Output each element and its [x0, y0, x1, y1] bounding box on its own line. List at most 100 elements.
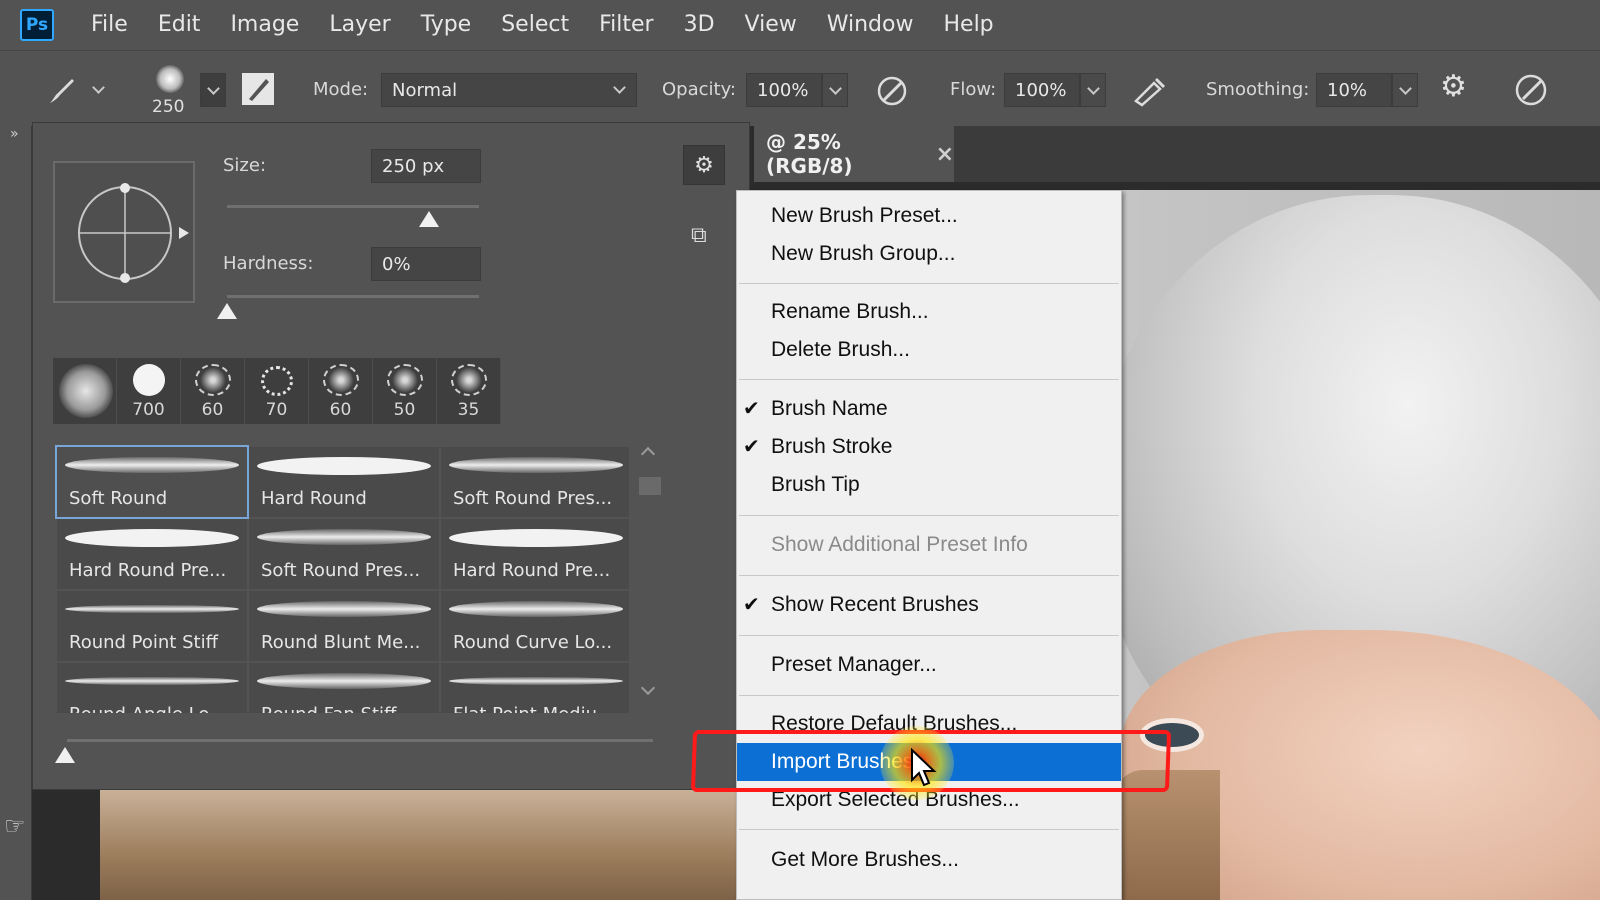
recent-brush-size: 70: [265, 400, 288, 420]
size-label: Size:: [223, 155, 267, 176]
scroll-down-icon[interactable]: [640, 680, 656, 696]
document-tab[interactable]: @ 25% (RGB/8) ×: [754, 126, 954, 182]
mouse-cursor-icon: [911, 748, 937, 787]
hardness-input[interactable]: 0%: [371, 247, 481, 281]
menu-window[interactable]: Window: [812, 0, 929, 50]
brush-stroke-preview: [65, 529, 239, 547]
brush-preset-item[interactable]: Round Angle Lo...: [57, 663, 247, 713]
menu-item-delete-brush[interactable]: Delete Brush...: [737, 331, 1121, 369]
menu-item-brush-stroke[interactable]: ✔ Brush Stroke: [737, 428, 1121, 466]
flow-dropdown[interactable]: [1080, 73, 1106, 107]
preview-size-slider-track[interactable]: [67, 739, 653, 742]
brush-settings-gear-button[interactable]: ⚙: [683, 145, 725, 185]
brush-preset-item[interactable]: Round Curve Lo...: [441, 591, 629, 661]
brush-picker-dropdown[interactable]: [200, 73, 226, 107]
brush-preset-item[interactable]: Hard Round Pre...: [441, 519, 629, 589]
brush-stroke-preview: [449, 677, 623, 685]
tool-preset-chevron-icon[interactable]: [92, 81, 105, 94]
menu-select[interactable]: Select: [486, 0, 584, 50]
menu-item-new-brush-preset[interactable]: New Brush Preset...: [737, 197, 1121, 235]
smudge-tool-icon[interactable]: ☞: [4, 812, 26, 840]
close-icon[interactable]: ×: [936, 142, 954, 167]
smoothing-label: Smoothing:: [1206, 79, 1310, 100]
recent-brush-1[interactable]: 700: [117, 358, 181, 424]
hardness-slider-track[interactable]: [227, 295, 479, 298]
opacity-input[interactable]: 100%: [746, 73, 822, 107]
brush-angle-preview[interactable]: [53, 161, 195, 303]
menu-item-label: Delete Brush...: [771, 338, 910, 361]
menu-filter[interactable]: Filter: [584, 0, 668, 50]
menu-item-label: Preset Manager...: [771, 653, 937, 676]
recent-brush-0[interactable]: [53, 358, 117, 424]
brush-tip-thumbnail: [195, 364, 231, 396]
brush-tool-icon[interactable]: [44, 73, 78, 107]
mode-select[interactable]: Normal: [381, 73, 637, 107]
brush-preset-item[interactable]: Round Point Stiff: [57, 591, 247, 661]
size-slider-track[interactable]: [227, 205, 479, 208]
airbrush-icon[interactable]: [1130, 73, 1168, 109]
recent-brush-4[interactable]: 60: [309, 358, 373, 424]
menu-separator: [739, 575, 1119, 576]
recent-brush-2[interactable]: 60: [181, 358, 245, 424]
brush-tip-thumbnail: [323, 364, 359, 396]
recent-brush-3[interactable]: 70: [245, 358, 309, 424]
menu-3d[interactable]: 3D: [669, 0, 730, 50]
opacity-dropdown[interactable]: [822, 73, 848, 107]
brush-preset-picker-panel: Size: 250 px Hardness: 0% ⚙ ⧉ 700 60 70 60 5…: [32, 122, 750, 790]
brush-preset-item[interactable]: Soft Round Pres...: [441, 447, 629, 517]
brush-preset-item[interactable]: Round Blunt Me...: [249, 591, 439, 661]
brush-preset-grid: Soft Round Hard Round Soft Round Pres... Ha…: [53, 443, 629, 713]
toggle-brush-settings-icon[interactable]: [240, 71, 276, 107]
brush-preset-name: Round Curve Lo...: [453, 632, 613, 653]
scroll-thumb[interactable]: [639, 477, 661, 495]
brush-preset-name: Hard Round Pre...: [69, 560, 227, 581]
menu-item-rename-brush[interactable]: Rename Brush...: [737, 293, 1121, 331]
size-slider-thumb[interactable]: [418, 211, 439, 227]
brush-preset-item[interactable]: Round Fan Stiff: [249, 663, 439, 713]
menu-type[interactable]: Type: [406, 0, 487, 50]
brush-preset-item[interactable]: Soft Round Pres...: [249, 519, 439, 589]
menu-item-new-brush-group[interactable]: New Brush Group...: [737, 235, 1121, 273]
recent-brush-size: 35: [457, 400, 480, 420]
recent-brush-5[interactable]: 50: [373, 358, 437, 424]
size-input[interactable]: 250 px: [371, 149, 481, 183]
preset-grid-scrollbar[interactable]: [637, 443, 663, 713]
smoothing-settings-gear-icon[interactable]: ⚙: [1440, 69, 1467, 104]
brush-angle-icon: [78, 183, 189, 283]
mode-label: Mode:: [313, 79, 369, 100]
menu-separator: [739, 829, 1119, 830]
menu-item-brush-name[interactable]: ✔ Brush Name: [737, 390, 1121, 428]
recent-brush-6[interactable]: 35: [437, 358, 501, 424]
menu-layer[interactable]: Layer: [314, 0, 405, 50]
brush-stroke-preview: [449, 601, 623, 617]
brush-preset-item[interactable]: Hard Round: [249, 447, 439, 517]
menu-image[interactable]: Image: [215, 0, 314, 50]
menu-item-preset-manager[interactable]: Preset Manager...: [737, 646, 1121, 684]
scroll-up-icon[interactable]: [640, 446, 656, 462]
preview-size-slider-thumb[interactable]: [55, 747, 75, 763]
menu-edit[interactable]: Edit: [143, 0, 216, 50]
smoothing-input[interactable]: 10%: [1316, 73, 1392, 107]
pressure-size-icon[interactable]: [1512, 71, 1550, 109]
brush-preset-picker[interactable]: 250: [148, 61, 192, 117]
menu-file[interactable]: File: [76, 0, 143, 50]
menu-view[interactable]: View: [730, 0, 812, 50]
pressure-opacity-icon[interactable]: [874, 73, 910, 109]
checkmark-icon: ✔: [743, 594, 760, 616]
flow-input[interactable]: 100%: [1004, 73, 1080, 107]
brush-preset-item[interactable]: Hard Round Pre...: [57, 519, 247, 589]
menu-help[interactable]: Help: [928, 0, 1008, 50]
brush-preset-item[interactable]: Soft Round: [55, 445, 249, 519]
menu-separator: [739, 695, 1119, 696]
brush-preset-item[interactable]: Flat Point Mediu...: [441, 663, 629, 713]
hardness-slider-thumb[interactable]: [217, 303, 237, 319]
menu-item-brush-tip[interactable]: Brush Tip: [737, 466, 1121, 504]
mode-chevron-icon: [613, 81, 626, 94]
smoothing-dropdown[interactable]: [1392, 73, 1418, 107]
brush-preset-name: Round Point Stiff: [69, 632, 218, 653]
menu-item-get-more-brushes[interactable]: Get More Brushes...: [737, 841, 1121, 879]
menu-item-show-recent-brushes[interactable]: ✔ Show Recent Brushes: [737, 586, 1121, 624]
expand-panel-icon[interactable]: »: [10, 126, 19, 142]
new-preset-icon[interactable]: ⧉: [691, 223, 707, 248]
brush-stroke-preview: [449, 457, 623, 473]
